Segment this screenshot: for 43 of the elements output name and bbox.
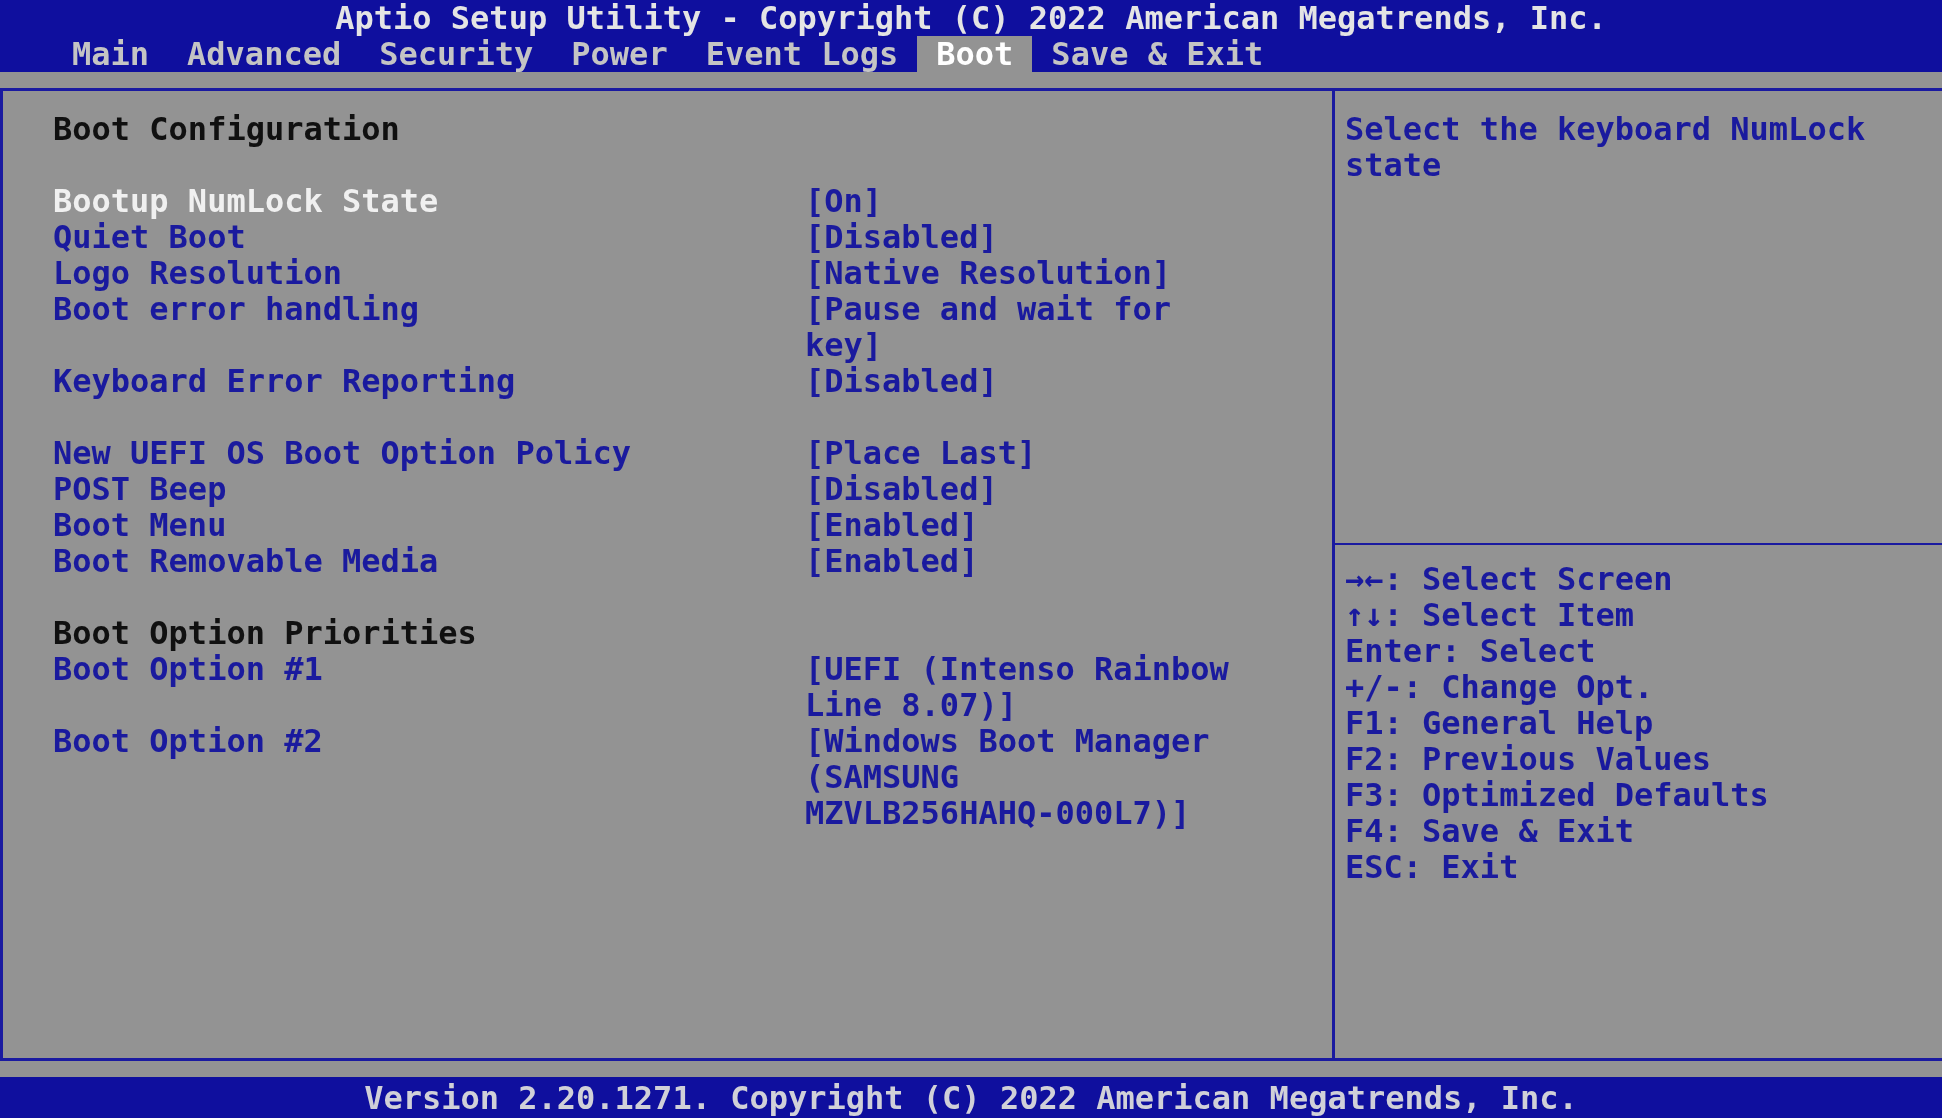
setting-value[interactable]: [UEFI (Intenso Rainbow Line 8.07)] [805,651,1249,723]
window-title: Aptio Setup Utility - Copyright (C) 2022 American Megatrends, Inc. [334,0,1608,36]
setting-value[interactable]: [On] [805,183,1249,219]
menu-tab[interactable]: Advanced [168,36,361,72]
key-hint: Enter: Select [1345,633,1597,669]
menu-tab[interactable]: Main [53,36,169,72]
section-heading: Boot Option Priorities [53,615,477,651]
key-hint: +/-: Change Opt. [1345,669,1655,705]
key-hint: F1: General Help [1345,705,1655,741]
setting-label[interactable]: Boot error handling [53,291,805,363]
setting-label[interactable]: New UEFI OS Boot Option Policy [53,435,805,471]
setting-label[interactable]: Boot Removable Media [53,543,805,579]
setting-value[interactable]: [Disabled] [805,471,1249,507]
setting-value[interactable]: [Pause and wait for key] [805,291,1249,363]
setting-label[interactable]: Logo Resolution [53,255,805,291]
setting-label[interactable]: Boot Option #2 [53,723,805,831]
menu-tab[interactable]: Event Logs [686,36,918,72]
menu-tab[interactable]: Security [360,36,553,72]
setting-label[interactable]: POST Beep [53,471,805,507]
key-hint: F4: Save & Exit [1345,813,1635,849]
setting-label[interactable]: Bootup NumLock State [53,183,805,219]
setting-value[interactable]: [Disabled] [805,363,1249,399]
key-hint: →←: Select Screen [1345,561,1674,597]
menu-tab[interactable]: Power [552,36,687,72]
menu-tab[interactable]: Save & Exit [1032,36,1283,72]
setting-value[interactable]: [Enabled] [805,507,1249,543]
setting-value[interactable]: [Windows Boot Manager (SAMSUNG MZVLB256HAHQ-000L7)] [805,723,1249,831]
setting-value[interactable]: [Native Resolution] [805,255,1249,291]
menu-tab[interactable]: Boot [917,36,1033,72]
key-hint: ↑↓: Select Item [1345,597,1635,633]
setting-value[interactable]: [Place Last] [805,435,1249,471]
setting-label[interactable]: Keyboard Error Reporting [53,363,805,399]
help-text: Select the keyboard NumLock state [1344,111,1867,186]
version-text: Version 2.20.1271. Copyright (C) 2022 American Megatrends, Inc. [364,1079,1578,1116]
key-hint: ESC: Exit [1345,849,1520,885]
setting-label[interactable]: Boot Menu [53,507,805,543]
section-heading: Boot Configuration [53,111,400,147]
setting-label[interactable]: Boot Option #1 [53,651,805,723]
setting-value[interactable]: [Disabled] [805,219,1249,255]
setting-value[interactable]: [Enabled] [805,543,1249,579]
setting-label[interactable]: Quiet Boot [53,219,805,255]
key-hint: F2: Previous Values [1345,741,1713,777]
key-hint: F3: Optimized Defaults [1345,777,1770,813]
